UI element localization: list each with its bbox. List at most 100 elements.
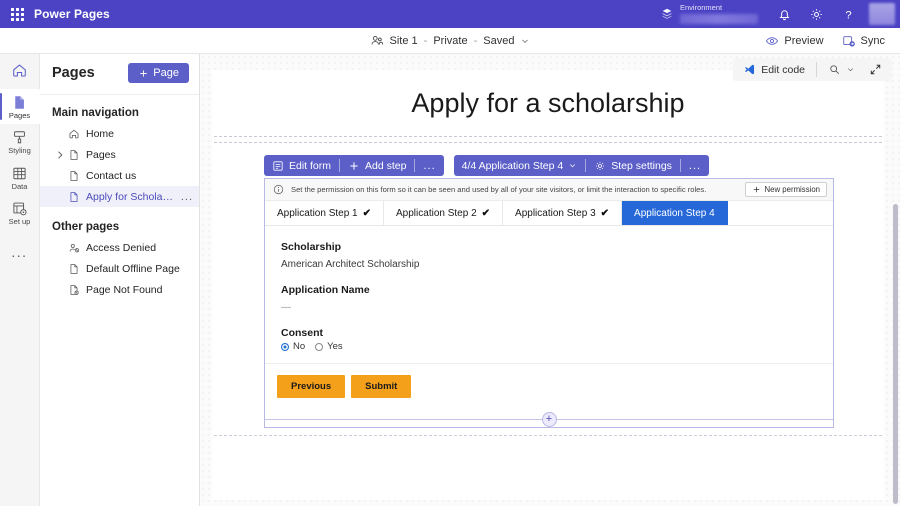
notifications-bell-icon[interactable] <box>768 0 800 28</box>
other-item-default-offline-page[interactable]: Default Offline Page <box>40 258 199 279</box>
form-toolbar-group-two: 4/4 Application Step 4 Step settings <box>454 155 709 176</box>
edit-code-button[interactable]: Edit code <box>737 60 811 79</box>
new-permission-label: New permission <box>765 185 820 194</box>
tab-application-step-3[interactable]: Application Step 3 ✔ <box>503 201 622 225</box>
info-circle-icon <box>273 184 284 195</box>
nav-item-more-icon[interactable]: ... <box>181 191 193 203</box>
rail-label-setup: Set up <box>9 218 31 226</box>
pages-panel-title: Pages <box>52 65 95 81</box>
consent-option-yes[interactable]: Yes <box>315 341 343 352</box>
settings-gear-icon[interactable] <box>800 0 832 28</box>
suite-header-right: Environment ? <box>660 0 900 28</box>
nav-item-pages[interactable]: Pages <box>40 144 199 165</box>
field-label-consent: Consent <box>281 327 817 339</box>
section-divider-second <box>214 142 882 143</box>
submit-button[interactable]: Submit <box>351 375 411 398</box>
site-selector[interactable]: Site 1 - Private - Saved <box>370 34 531 48</box>
other-item-access-denied[interactable]: Access Denied <box>40 237 199 258</box>
environment-picker[interactable]: Environment <box>660 4 758 24</box>
other-item-page-not-found[interactable]: Page Not Found <box>40 279 199 300</box>
tab-application-step-1[interactable]: Application Step 1 ✔ <box>265 201 384 225</box>
add-step-button[interactable]: Add step <box>340 155 414 176</box>
editor-canvas: Edit code Apply for a scholarship <box>200 54 900 506</box>
nav-item-contact-us[interactable]: Contact us <box>40 165 199 186</box>
user-avatar[interactable] <box>864 0 900 28</box>
sync-icon <box>842 34 856 48</box>
rail-more-icon[interactable]: ... <box>11 238 27 266</box>
plus-icon <box>138 68 149 79</box>
site-people-icon <box>370 34 384 48</box>
step-selector-button[interactable]: 4/4 Application Step 4 <box>454 155 586 176</box>
page-surface: Apply for a scholarship Edit form <box>212 70 884 500</box>
other-label-page-not-found: Page Not Found <box>86 284 162 296</box>
waffle-icon[interactable] <box>0 8 34 21</box>
home-icon <box>11 62 28 79</box>
new-page-label: Page <box>153 67 179 79</box>
site-sep-1: - <box>424 35 428 47</box>
environment-label: Environment <box>680 4 758 12</box>
field-label-scholarship: Scholarship <box>281 241 817 253</box>
rail-item-data[interactable]: Data <box>0 160 40 195</box>
help-question-icon[interactable]: ? <box>832 0 864 28</box>
chevron-down-icon <box>520 36 530 46</box>
home-outline-icon <box>68 128 80 140</box>
form-card: Set the permission on this form so it ca… <box>264 178 834 428</box>
section-divider-bottom <box>214 435 882 436</box>
chevron-down-icon <box>846 65 855 74</box>
radio-yes[interactable] <box>315 343 323 351</box>
form-body: Scholarship American Architect Scholarsh… <box>265 226 833 363</box>
tab-application-step-2[interactable]: Application Step 2 ✔ <box>384 201 503 225</box>
chevron-down-icon <box>568 161 577 170</box>
form-toolbar-group-one: Edit form Add step ... <box>264 155 444 176</box>
add-section-button[interactable]: + <box>542 412 557 427</box>
nav-item-apply-for-scholarship[interactable]: Apply for Scholars... ... <box>40 186 199 207</box>
field-label-application-name: Application Name <box>281 284 817 296</box>
rail-item-setup[interactable]: Set up <box>0 195 40 230</box>
rail-item-home[interactable] <box>0 58 40 89</box>
nav-label-pages: Pages <box>86 149 116 161</box>
step-settings-button[interactable]: Step settings <box>586 155 680 176</box>
rail-item-pages[interactable]: Pages <box>0 89 40 124</box>
person-blocked-icon <box>68 242 80 254</box>
tab-label-4: Application Step 4 <box>634 208 715 219</box>
radio-no[interactable] <box>281 343 289 351</box>
other-label-access-denied: Access Denied <box>86 242 156 254</box>
preview-label: Preview <box>784 35 823 47</box>
chevron-right-icon <box>54 149 66 161</box>
tab-check-2: ✔ <box>482 208 490 219</box>
field-application-name: Application Name — <box>281 284 817 313</box>
form-toolbar-more-icon[interactable]: ... <box>415 155 443 176</box>
pages-panel-header: Pages Page <box>40 54 199 92</box>
rail-label-data: Data <box>12 183 28 191</box>
preview-button[interactable]: Preview <box>758 31 830 51</box>
sync-button[interactable]: Sync <box>835 31 892 51</box>
expand-canvas-button[interactable] <box>863 60 888 79</box>
settings-gear-icon <box>594 160 606 172</box>
sync-label: Sync <box>861 35 885 47</box>
new-permission-button[interactable]: New permission <box>745 182 827 197</box>
edit-form-button[interactable]: Edit form <box>264 155 339 176</box>
panel-divider <box>40 94 199 95</box>
command-bar-actions: Preview Sync <box>758 31 892 51</box>
tab-check-1: ✔ <box>363 208 371 219</box>
tab-label-1: Application Step 1 <box>277 208 358 219</box>
left-rail: Pages Styling Data Set up <box>0 54 40 506</box>
consent-radio-group: No Yes <box>281 341 817 352</box>
main-navigation-title: Main navigation <box>40 101 199 123</box>
consent-option-no[interactable]: No <box>281 341 305 352</box>
command-bar: Site 1 - Private - Saved Preview <box>0 28 900 54</box>
new-page-button[interactable]: Page <box>128 63 189 83</box>
site-save-state: Saved <box>483 35 514 47</box>
other-pages-title: Other pages <box>40 207 199 237</box>
tab-application-step-4[interactable]: Application Step 4 <box>622 201 728 225</box>
zoom-control[interactable] <box>822 60 861 79</box>
nav-item-home[interactable]: Home <box>40 123 199 144</box>
form-actions: Previous Submit <box>265 364 833 411</box>
step-toolbar-more-icon[interactable]: ... <box>681 155 709 176</box>
previous-button[interactable]: Previous <box>277 375 345 398</box>
rail-item-styling[interactable]: Styling <box>0 124 40 159</box>
environment-value-redacted <box>680 14 758 24</box>
form-floating-toolbar: Edit form Add step ... <box>264 155 834 176</box>
canvas-vertical-scrollbar[interactable] <box>893 204 898 504</box>
add-step-label: Add step <box>365 160 406 172</box>
